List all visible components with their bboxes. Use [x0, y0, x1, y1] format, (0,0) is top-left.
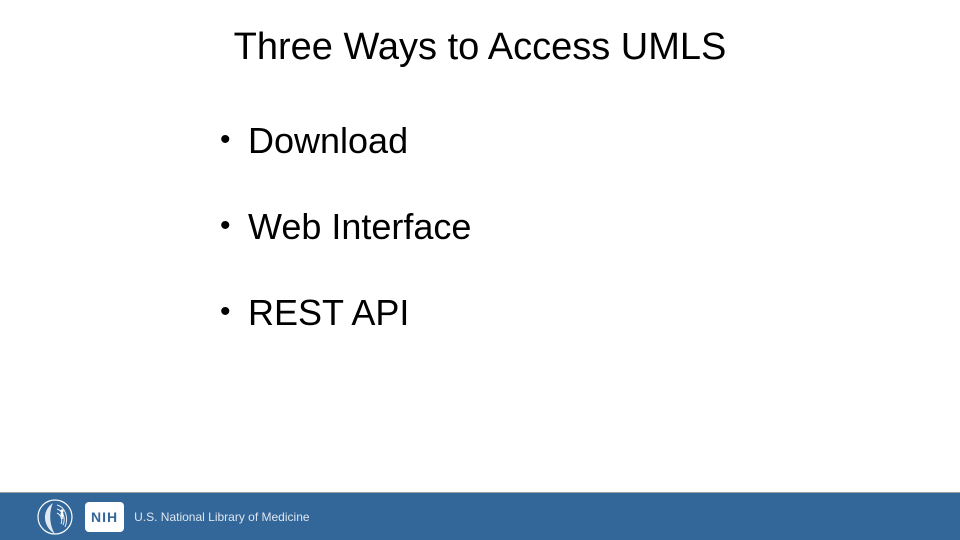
bullet-list: Download Web Interface REST API	[220, 120, 471, 378]
bullet-item: Web Interface	[220, 206, 471, 248]
nih-logo-icon: NIH	[85, 502, 124, 532]
nih-badge-text: NIH	[91, 509, 118, 525]
slide: Three Ways to Access UMLS Download Web I…	[0, 0, 960, 540]
bullet-item: REST API	[220, 292, 471, 334]
hhs-logo-icon	[35, 497, 75, 537]
footer-bar: NIH U.S. National Library of Medicine	[0, 492, 960, 540]
slide-title: Three Ways to Access UMLS	[0, 26, 960, 69]
bullet-item: Download	[220, 120, 471, 162]
footer: NIH U.S. National Library of Medicine	[0, 492, 960, 540]
nlm-label: U.S. National Library of Medicine	[134, 510, 309, 524]
